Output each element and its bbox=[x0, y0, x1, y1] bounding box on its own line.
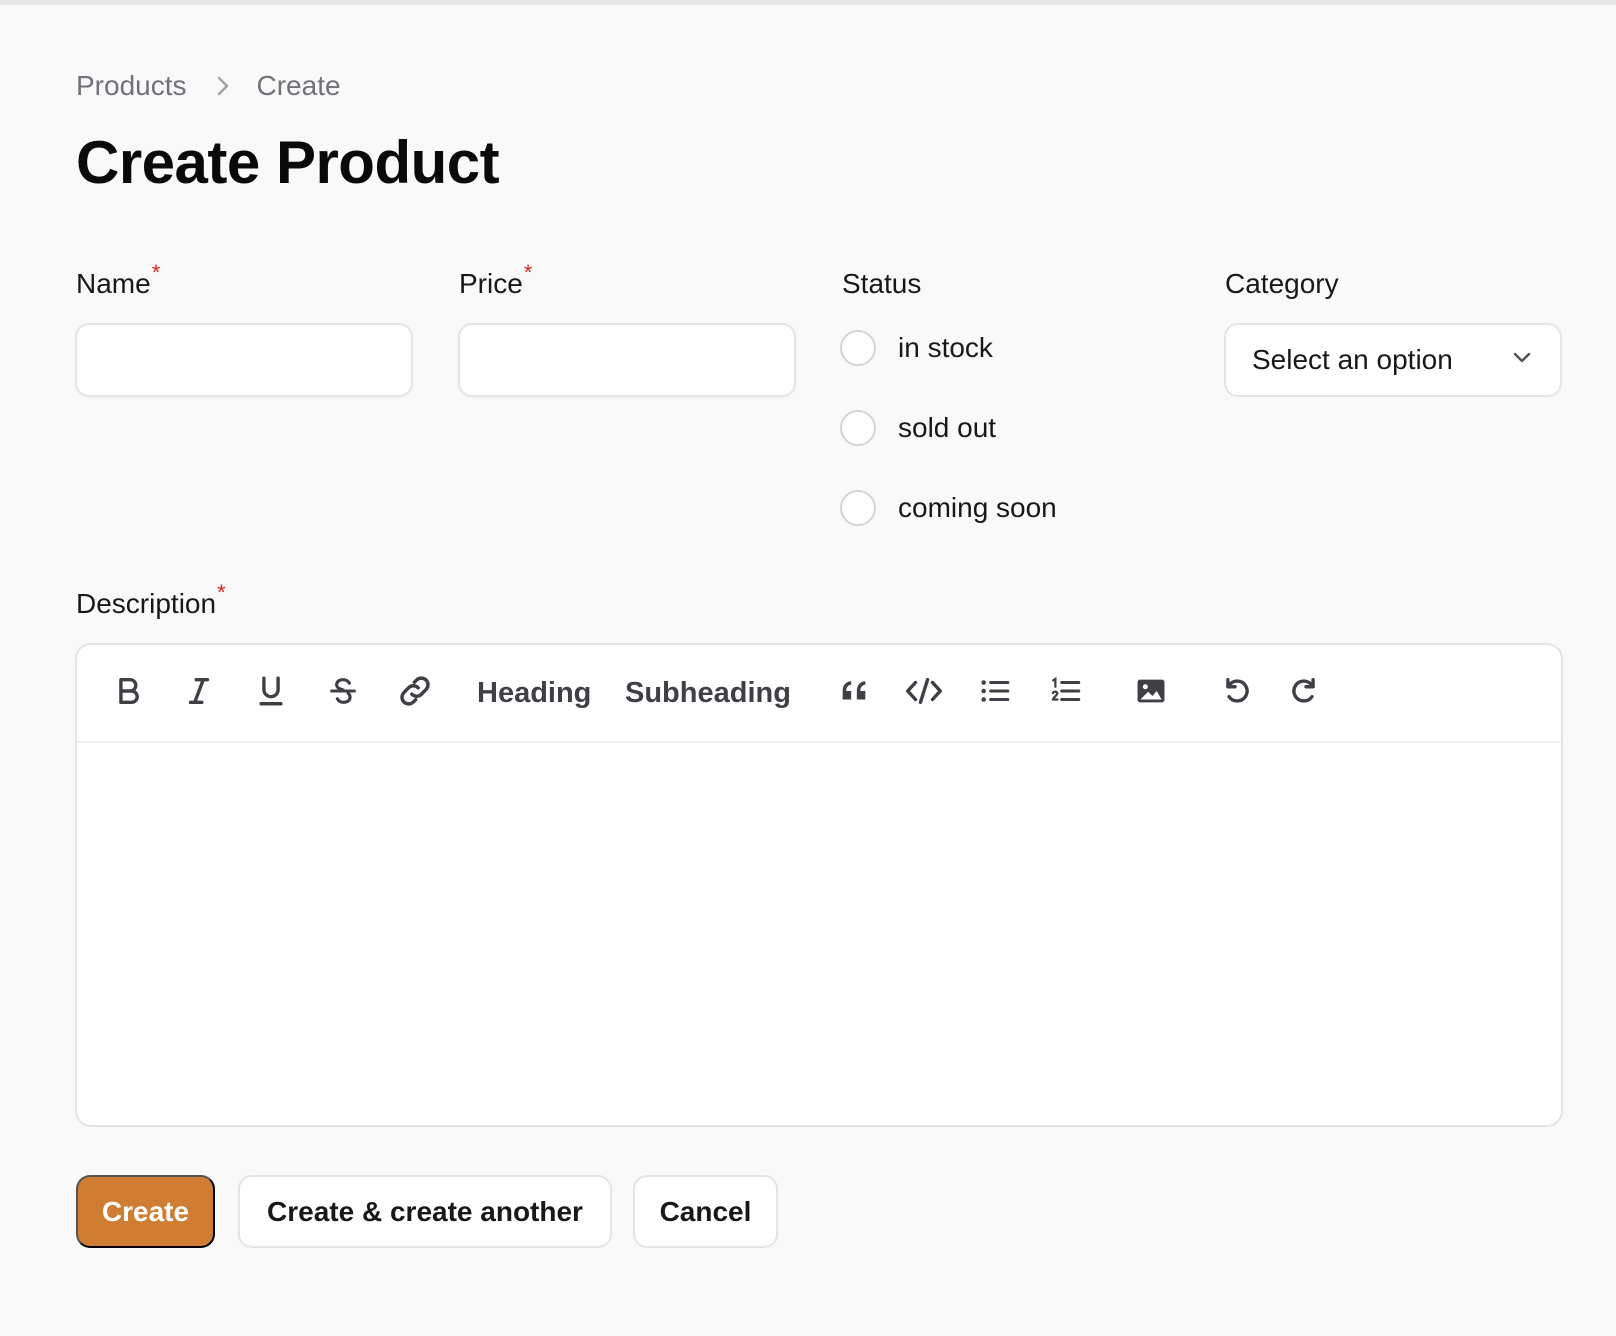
code-icon bbox=[904, 674, 944, 713]
category-selected-value: Select an option bbox=[1252, 344, 1453, 375]
category-label: Category bbox=[1225, 268, 1339, 299]
name-input[interactable] bbox=[75, 323, 413, 397]
italic-button[interactable] bbox=[175, 669, 223, 717]
top-border bbox=[0, 0, 1616, 5]
image-icon bbox=[1133, 674, 1169, 713]
status-option-sold-out[interactable]: sold out bbox=[840, 410, 996, 446]
cancel-button[interactable]: Cancel bbox=[633, 1175, 778, 1248]
status-option-label: coming soon bbox=[898, 492, 1057, 523]
undo-button[interactable] bbox=[1211, 669, 1259, 717]
status-radio-coming-soon[interactable] bbox=[840, 490, 876, 526]
bold-button[interactable] bbox=[104, 669, 152, 717]
price-label-text: Price bbox=[459, 268, 523, 299]
heading-button-label: Heading bbox=[477, 676, 592, 709]
rich-text-editor: Heading Subheading bbox=[75, 643, 1563, 1127]
strikethrough-icon bbox=[326, 674, 360, 713]
strikethrough-button[interactable] bbox=[319, 669, 367, 717]
status-option-label: sold out bbox=[898, 412, 997, 443]
status-option-label: in stock bbox=[898, 332, 993, 363]
bullet-list-icon bbox=[977, 674, 1013, 713]
image-button[interactable] bbox=[1127, 669, 1175, 717]
ordered-list-icon bbox=[1048, 674, 1084, 713]
status-option-coming-soon[interactable]: coming soon bbox=[840, 490, 1057, 526]
code-button[interactable] bbox=[900, 669, 948, 717]
breadcrumb-item-products[interactable]: Products bbox=[76, 70, 187, 102]
price-label: Price* bbox=[459, 260, 532, 300]
underline-icon bbox=[254, 674, 288, 713]
description-label: Description* bbox=[76, 580, 226, 620]
bold-icon bbox=[111, 674, 145, 713]
breadcrumb: Products Create bbox=[76, 70, 341, 102]
category-select[interactable]: Select an option bbox=[1224, 323, 1562, 397]
subheading-button-label: Subheading bbox=[625, 676, 791, 709]
redo-button[interactable] bbox=[1282, 669, 1330, 717]
create-button[interactable]: Create bbox=[76, 1175, 215, 1248]
blockquote-icon bbox=[837, 674, 871, 713]
required-indicator: * bbox=[151, 260, 161, 285]
subheading-button[interactable]: Subheading bbox=[625, 669, 791, 717]
breadcrumb-item-create[interactable]: Create bbox=[257, 70, 341, 102]
ordered-list-button[interactable] bbox=[1042, 669, 1090, 717]
name-label-text: Name bbox=[76, 268, 151, 299]
chevron-right-icon bbox=[215, 74, 231, 98]
link-icon bbox=[396, 672, 434, 715]
underline-button[interactable] bbox=[247, 669, 295, 717]
chevron-down-icon bbox=[1510, 344, 1534, 376]
description-label-text: Description bbox=[76, 588, 217, 619]
price-input[interactable] bbox=[458, 323, 796, 397]
status-label: Status bbox=[842, 268, 922, 299]
heading-button[interactable]: Heading bbox=[477, 669, 591, 717]
required-indicator: * bbox=[523, 260, 533, 285]
name-label: Name* bbox=[76, 260, 160, 300]
create-and-create-another-button[interactable]: Create & create another bbox=[238, 1175, 612, 1248]
blockquote-button[interactable] bbox=[830, 669, 878, 717]
undo-icon bbox=[1218, 674, 1252, 713]
link-button[interactable] bbox=[391, 669, 439, 717]
status-radio-in-stock[interactable] bbox=[840, 330, 876, 366]
italic-icon bbox=[182, 674, 216, 713]
page-title: Create Product bbox=[76, 129, 500, 196]
editor-toolbar: Heading Subheading bbox=[77, 645, 1561, 743]
status-option-in-stock[interactable]: in stock bbox=[840, 330, 993, 366]
required-indicator: * bbox=[217, 580, 226, 605]
bullet-list-button[interactable] bbox=[971, 669, 1019, 717]
redo-icon bbox=[1289, 674, 1323, 713]
description-editor-content[interactable] bbox=[77, 745, 1561, 1125]
status-radio-sold-out[interactable] bbox=[840, 410, 876, 446]
